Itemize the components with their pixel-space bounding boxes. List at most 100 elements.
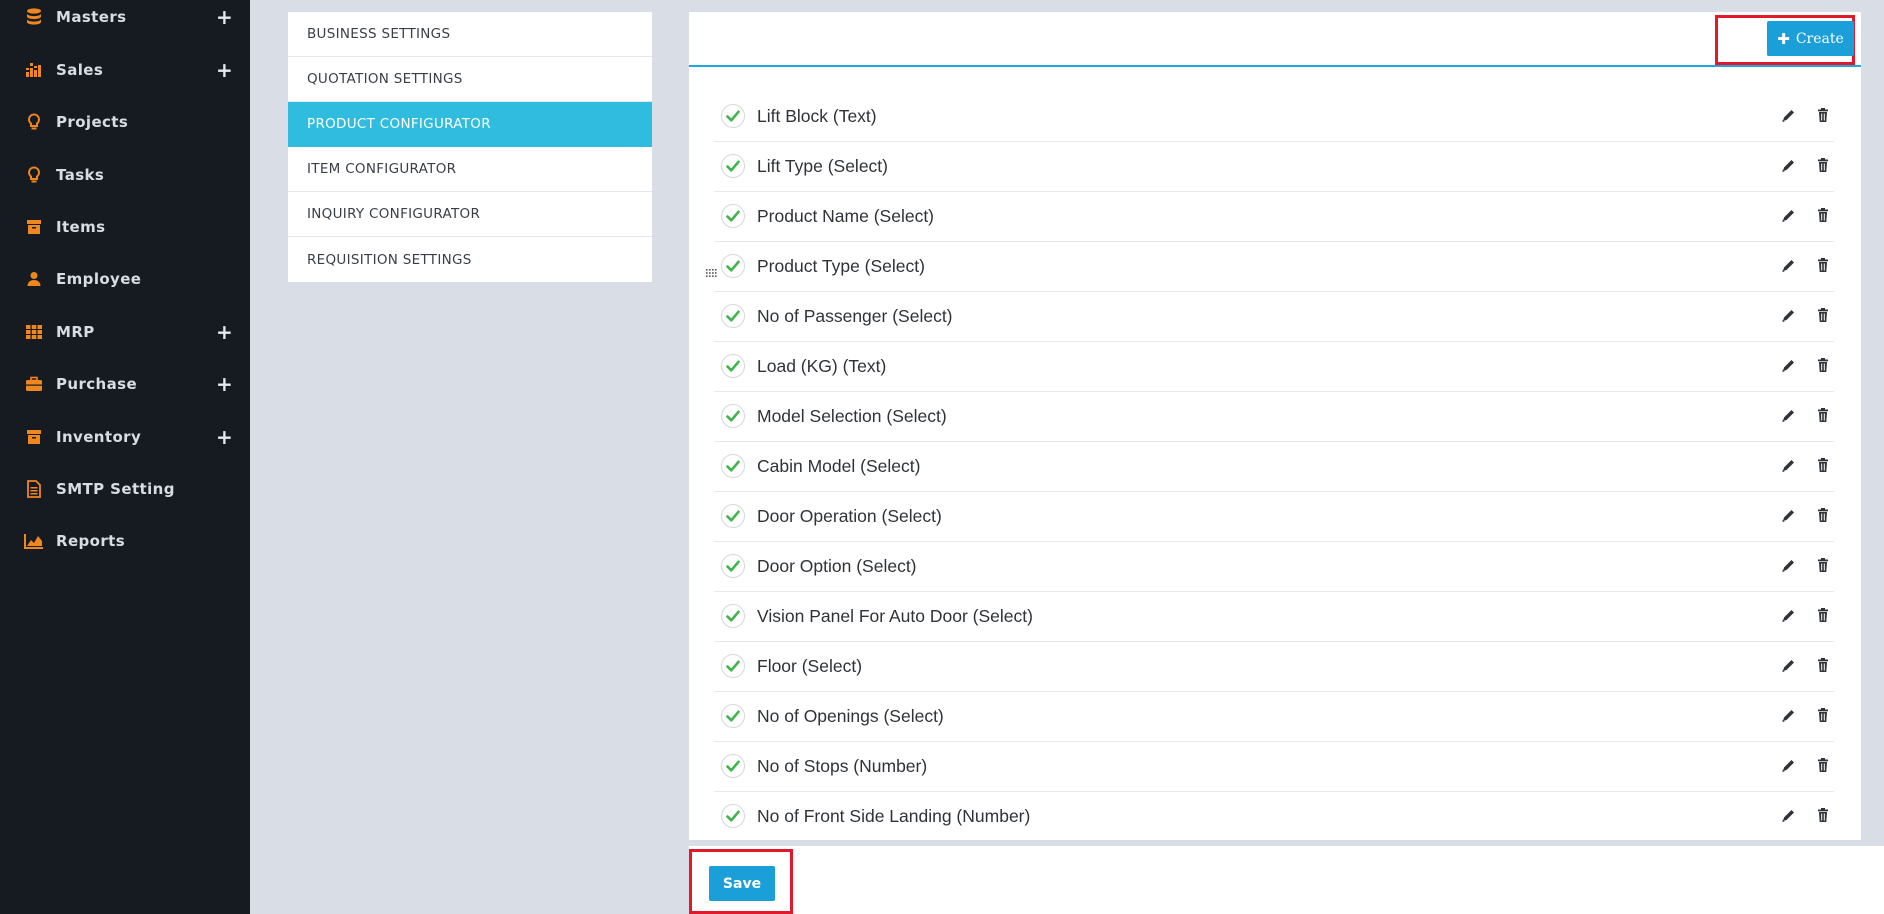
trash-icon[interactable] <box>1815 607 1831 623</box>
sidebar-item-label: Tasks <box>56 166 105 184</box>
pencil-icon[interactable] <box>1780 158 1796 174</box>
pencil-icon[interactable] <box>1780 808 1796 824</box>
check-icon[interactable] <box>721 404 745 428</box>
sidebar-item-mrp[interactable]: MRP + <box>0 312 250 352</box>
trash-icon[interactable] <box>1815 257 1831 273</box>
check-icon[interactable] <box>721 204 745 228</box>
pencil-icon[interactable] <box>1780 608 1796 624</box>
trash-icon[interactable] <box>1815 707 1831 723</box>
trash-icon[interactable] <box>1815 407 1831 423</box>
check-icon[interactable] <box>721 104 745 128</box>
field-row[interactable]: Product Name (Select) <box>714 192 1834 242</box>
check-icon[interactable] <box>721 754 745 778</box>
pencil-icon[interactable] <box>1780 558 1796 574</box>
check-icon[interactable] <box>721 704 745 728</box>
sidebar-item-masters[interactable]: Masters + <box>0 0 250 37</box>
sidebar-item-tasks[interactable]: Tasks <box>0 155 250 195</box>
create-button-label: Create <box>1795 30 1844 47</box>
pencil-icon[interactable] <box>1780 258 1796 274</box>
pencil-icon[interactable] <box>1780 458 1796 474</box>
sidebar-item-label: Sales <box>56 61 104 79</box>
sidebar-item-projects[interactable]: Projects <box>0 102 250 142</box>
sidebar: Masters + Sales + Projects Tasks Items Employee… <box>0 0 250 914</box>
field-label: No of Passenger (Select) <box>757 306 953 326</box>
check-icon[interactable] <box>721 654 745 678</box>
field-label: Door Option (Select) <box>757 556 917 576</box>
expand-icon[interactable]: + <box>216 7 233 27</box>
trash-icon[interactable] <box>1815 657 1831 673</box>
menu-item-product-configurator[interactable]: PRODUCT CONFIGURATOR <box>288 102 652 147</box>
save-button[interactable]: Save <box>709 866 775 901</box>
trash-icon[interactable] <box>1815 457 1831 473</box>
pencil-icon[interactable] <box>1780 308 1796 324</box>
create-button[interactable]: ✚ Create <box>1767 21 1854 56</box>
footer-bar: Save <box>689 846 1884 914</box>
check-icon[interactable] <box>721 304 745 328</box>
field-label: No of Openings (Select) <box>757 706 944 726</box>
field-row[interactable]: Model Selection (Select) <box>714 392 1834 442</box>
trash-icon[interactable] <box>1815 157 1831 173</box>
sidebar-item-smtp-setting[interactable]: SMTP Setting <box>0 469 250 509</box>
pencil-icon[interactable] <box>1780 408 1796 424</box>
menu-item-requisition-settings[interactable]: REQUISITION SETTINGS <box>288 237 652 282</box>
plus-icon: ✚ <box>1777 29 1790 48</box>
pencil-icon[interactable] <box>1780 108 1796 124</box>
expand-icon[interactable]: + <box>216 60 233 80</box>
panel-header: ✚ Create <box>689 12 1861 67</box>
field-row[interactable]: Product Type (Select) <box>706 242 1834 292</box>
field-row[interactable]: Load (KG) (Text) <box>714 342 1834 392</box>
menu-item-quotation-settings[interactable]: QUOTATION SETTINGS <box>288 57 652 102</box>
settings-menu: BUSINESS SETTINGS QUOTATION SETTINGS PRODU… <box>288 12 652 282</box>
configurator-panel: ✚ Create Lift Block (Text) Lift Type (Sel… <box>689 12 1861 840</box>
field-row[interactable]: No of Openings (Select) <box>714 692 1834 742</box>
pencil-icon[interactable] <box>1780 758 1796 774</box>
sidebar-item-sales[interactable]: Sales + <box>0 50 250 90</box>
pencil-icon[interactable] <box>1780 658 1796 674</box>
check-icon[interactable] <box>721 354 745 378</box>
check-icon[interactable] <box>721 604 745 628</box>
field-row[interactable]: Cabin Model (Select) <box>714 442 1834 492</box>
trash-icon[interactable] <box>1815 357 1831 373</box>
drag-handle-icon[interactable] <box>706 263 718 277</box>
check-icon[interactable] <box>721 804 745 828</box>
field-row[interactable]: Lift Block (Text) <box>714 92 1834 142</box>
field-row[interactable]: No of Front Side Landing (Number) <box>714 792 1834 842</box>
expand-icon[interactable]: + <box>216 374 233 394</box>
pencil-icon[interactable] <box>1780 508 1796 524</box>
field-row[interactable]: Door Operation (Select) <box>714 492 1834 542</box>
trash-icon[interactable] <box>1815 307 1831 323</box>
expand-icon[interactable]: + <box>216 427 233 447</box>
menu-item-business-settings[interactable]: BUSINESS SETTINGS <box>288 12 652 57</box>
sidebar-item-items[interactable]: Items <box>0 207 250 247</box>
sidebar-item-employee[interactable]: Employee <box>0 259 250 299</box>
field-row[interactable]: Lift Type (Select) <box>714 142 1834 192</box>
field-label: Lift Block (Text) <box>757 106 877 126</box>
trash-icon[interactable] <box>1815 807 1831 823</box>
field-row[interactable]: Door Option (Select) <box>714 542 1834 592</box>
check-icon[interactable] <box>721 154 745 178</box>
archive-box-icon <box>24 427 44 447</box>
field-row[interactable]: Floor (Select) <box>714 642 1834 692</box>
field-row[interactable]: No of Passenger (Select) <box>714 292 1834 342</box>
sidebar-item-reports[interactable]: Reports <box>0 521 250 561</box>
check-icon[interactable] <box>721 554 745 578</box>
pencil-icon[interactable] <box>1780 708 1796 724</box>
expand-icon[interactable]: + <box>216 322 233 342</box>
sidebar-item-inventory[interactable]: Inventory + <box>0 417 250 457</box>
grid-icon <box>24 322 44 342</box>
trash-icon[interactable] <box>1815 507 1831 523</box>
pencil-icon[interactable] <box>1780 358 1796 374</box>
sidebar-item-purchase[interactable]: Purchase + <box>0 364 250 404</box>
field-row[interactable]: Vision Panel For Auto Door (Select) <box>714 592 1834 642</box>
field-row[interactable]: No of Stops (Number) <box>714 742 1834 792</box>
trash-icon[interactable] <box>1815 757 1831 773</box>
menu-item-item-configurator[interactable]: ITEM CONFIGURATOR <box>288 147 652 192</box>
menu-item-inquiry-configurator[interactable]: INQUIRY CONFIGURATOR <box>288 192 652 237</box>
check-icon[interactable] <box>721 254 745 278</box>
check-icon[interactable] <box>721 504 745 528</box>
trash-icon[interactable] <box>1815 107 1831 123</box>
pencil-icon[interactable] <box>1780 208 1796 224</box>
trash-icon[interactable] <box>1815 207 1831 223</box>
check-icon[interactable] <box>721 454 745 478</box>
trash-icon[interactable] <box>1815 557 1831 573</box>
